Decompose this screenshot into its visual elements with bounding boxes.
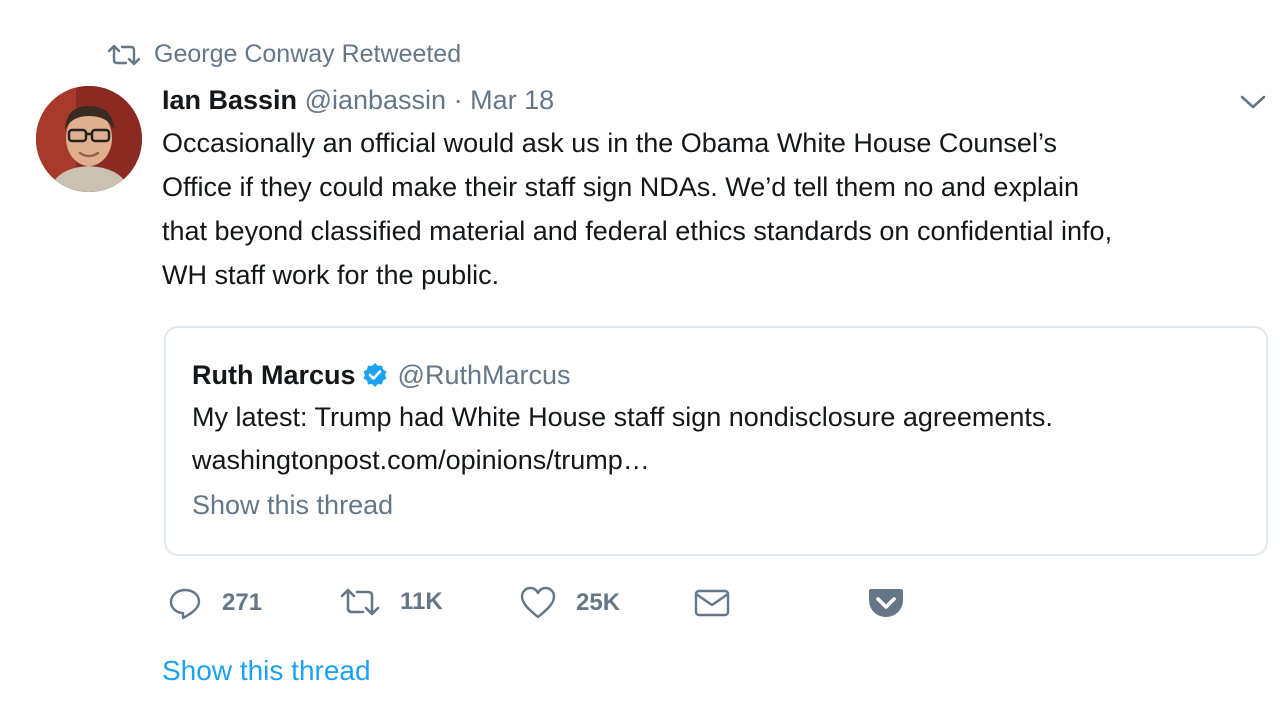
retweet-icon — [108, 44, 140, 65]
like-count: 25K — [576, 589, 621, 616]
quoted-author-name: Ruth Marcus — [192, 360, 356, 390]
tweet: George Conway Retweeted Ian Bassin @ianb… — [0, 0, 1280, 720]
quoted-tweet-text: My latest: Trump had White House staff s… — [192, 396, 1053, 482]
quoted-tweet-card[interactable]: Ruth Marcus @RuthMarcus My latest: Trump… — [164, 326, 1268, 556]
retweet-count: 11K — [400, 588, 443, 615]
pocket-icon — [869, 589, 903, 617]
quoted-text-line: washingtonpost.com/opinions/trump… — [192, 445, 650, 475]
tweet-text: Occasionally an official would ask us in… — [162, 121, 1262, 297]
reply-icon — [169, 588, 201, 620]
direct-message-button[interactable] — [694, 586, 730, 618]
quoted-show-thread-label: Show this thread — [192, 490, 394, 520]
avatar[interactable] — [36, 86, 142, 192]
reply-count: 271 — [222, 589, 263, 616]
tweet-text-line: WH staff work for the public. — [162, 260, 500, 290]
show-thread-link[interactable]: Show this thread — [162, 655, 371, 687]
tweet-text-line: Occasionally an official would ask us in… — [162, 128, 1057, 158]
retweet-context: George Conway Retweeted — [108, 40, 461, 69]
action-bar: 271 11K 25K — [168, 586, 928, 626]
avatar-image — [36, 86, 142, 192]
quoted-tweet-header: Ruth Marcus @RuthMarcus — [192, 358, 571, 392]
quoted-author-handle: @RuthMarcus — [397, 360, 571, 390]
tweet-text-line: that beyond classified material and fede… — [162, 216, 1113, 246]
header-separator: · — [453, 85, 463, 115]
retweet-button[interactable]: 11K — [340, 586, 443, 618]
reply-button[interactable]: 271 — [168, 586, 262, 620]
quoted-text-line: My latest: Trump had White House staff s… — [192, 402, 1053, 432]
verified-badge-icon — [363, 363, 387, 387]
like-button[interactable]: 25K — [520, 586, 620, 620]
pocket-button[interactable] — [868, 586, 904, 620]
heart-icon — [520, 586, 556, 619]
author-handle[interactable]: @ianbassin — [305, 85, 447, 115]
more-options-caret[interactable] — [1238, 90, 1268, 114]
tweet-date[interactable]: Mar 18 — [470, 85, 554, 115]
tweet-header: Ian Bassin @ianbassin · Mar 18 — [162, 82, 554, 118]
envelope-icon — [694, 589, 730, 617]
retweet-context-label: George Conway Retweeted — [154, 40, 462, 68]
tweet-text-line: Office if they could make their staff si… — [162, 172, 1079, 202]
chevron-down-icon — [1240, 95, 1266, 109]
author-name[interactable]: Ian Bassin — [162, 85, 297, 115]
retweet-icon — [340, 588, 380, 616]
